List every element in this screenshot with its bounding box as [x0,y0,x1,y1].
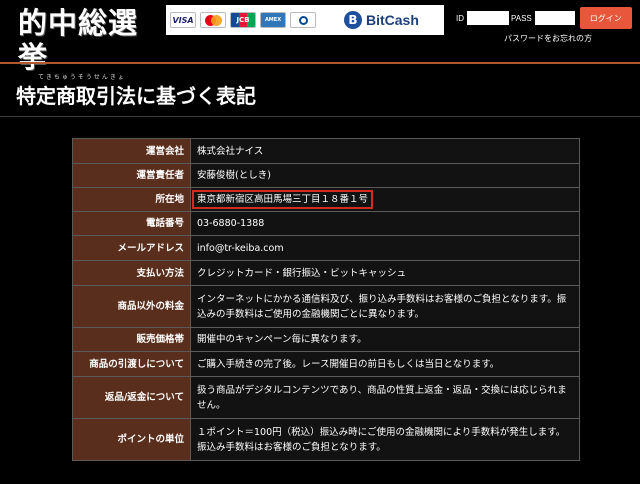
header-divider [0,62,640,64]
row-label: 所在地 [72,187,191,212]
logo-subtext: てきちゅうそうせんきょ [38,74,126,81]
login-form: ID PASS ログイン パスワードをお忘れの方 [456,7,636,49]
row-value: 安藤俊樹(としき) [190,163,580,188]
row-label: 返品/返金について [72,376,191,419]
amex-logo: AMEX [260,12,286,28]
bitcash-icon: B [344,11,362,29]
row-label: 商品の引渡しについて [72,351,191,377]
jcb-logo: JCB [230,12,256,28]
row-value: インターネットにかかる通信料及び、振り込み手数料はお客様のご負担となります。振込… [190,285,580,328]
row-value: ご購入手続きの完了後。レース開催日の前日もしくは当日となります。 [190,351,580,377]
table-row: 運営責任者 安藤俊樹(としき) [72,163,580,188]
bitcash-label: BitCash [366,12,419,28]
row-value: １ポイント＝100円（税込）振込み時にご使用の金融機関により手数料が発生します。… [190,418,580,461]
pass-label: PASS [511,13,532,23]
row-value: 開催中のキャンペーン毎に異なります。 [190,327,580,352]
credit-card-logos: VISA JCB AMEX [166,12,328,28]
id-label: ID [456,13,464,23]
highlighted-address: 東京都新宿区高田馬場三丁目１８番１号 [192,190,374,209]
row-value: クレジットカード・銀行振込・ビットキャッシュ [190,260,580,286]
site-header: 的中総選挙 てきちゅうそうせんきょ VISA JCB AMEX B BitCas… [0,0,640,81]
row-value-cell: 東京都新宿区高田馬場三丁目１８番１号 [190,187,580,212]
table-row: 返品/返金について 扱う商品がデジタルコンテンツであり、商品の性質上返金・返品・交… [72,376,580,419]
table-row: 所在地 東京都新宿区高田馬場三丁目１８番１号 [72,187,580,212]
row-label: 販売価格帯 [72,327,191,352]
row-value: 株式会社ナイス [190,138,580,164]
password-input[interactable] [534,11,575,25]
site-logo[interactable]: 的中総選挙 てきちゅうそうせんきょ [18,6,158,81]
table-row: メールアドレス info@tr-keiba.com [72,235,580,261]
table-row: 商品以外の料金 インターネットにかかる通信料及び、振り込み手数料はお客様のご負担と… [72,285,580,328]
table-row: 商品の引渡しについて ご購入手続きの完了後。レース開催日の前日もしくは当日となりま… [72,351,580,377]
row-label: 運営会社 [72,138,191,164]
bitcash-logo: B BitCash [344,11,419,29]
row-value: info@tr-keiba.com [190,235,580,261]
table-row: 販売価格帯 開催中のキャンペーン毎に異なります。 [72,327,580,352]
row-value: 03-6880-1388 [190,211,580,236]
forgot-password-link[interactable]: パスワードをお忘れの方 [504,33,592,44]
visa-logo: VISA [170,12,196,28]
payment-methods-banner: VISA JCB AMEX B BitCash [166,5,444,35]
mastercard-logo [200,12,226,28]
row-label: 支払い方法 [72,260,191,286]
table-row: 電話番号 03-6880-1388 [72,211,580,236]
id-input[interactable] [467,11,509,25]
legal-info-table: 運営会社 株式会社ナイス 運営責任者 安藤俊樹(としき) 所在地 東京都新宿区高田馬場三丁… [72,138,580,461]
title-underline [0,116,640,117]
row-label: ポイントの単位 [72,418,191,461]
table-row: 支払い方法 クレジットカード・銀行振込・ビットキャッシュ [72,260,580,286]
row-label: メールアドレス [72,235,191,261]
login-button[interactable]: ログイン [579,7,632,29]
table-row: ポイントの単位 １ポイント＝100円（税込）振込み時にご使用の金融機関により手数料… [72,418,580,461]
page-title: 特定商取引法に基づく表記 [16,84,256,108]
row-label: 電話番号 [72,211,191,236]
row-value: 扱う商品がデジタルコンテンツであり、商品の性質上返金・返品・交換には応じられませ… [190,376,580,419]
table-row: 運営会社 株式会社ナイス [72,138,580,164]
diners-logo [290,12,316,28]
row-label: 商品以外の料金 [72,285,191,328]
row-label: 運営責任者 [72,163,191,188]
